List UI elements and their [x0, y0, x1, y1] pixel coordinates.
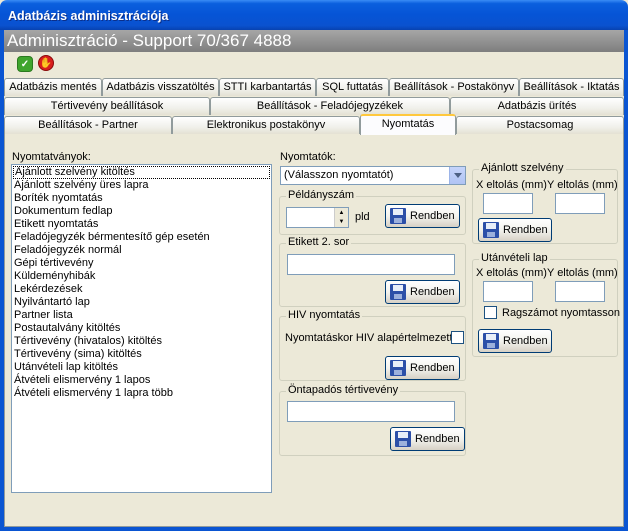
hiv-save-label: Rendben [410, 362, 455, 374]
green-check-icon[interactable]: ✓ [17, 56, 33, 72]
list-item[interactable]: Küldeményhibák [12, 270, 271, 283]
list-item[interactable]: Boríték nyomtatás [12, 192, 271, 205]
list-item[interactable]: Feladójegyzék bérmentesítő gép esetén [12, 231, 271, 244]
cod-save-button[interactable]: Rendben [478, 329, 552, 353]
hiv-checkbox-label: Nyomtatáskor HIV alapértelmezett [285, 332, 453, 344]
cod-x-input[interactable] [483, 281, 533, 302]
tab-tertiveveny-beallitasok[interactable]: Tértivevény beállítások [4, 97, 210, 115]
copies-save-label: Rendben [410, 210, 455, 222]
forms-listbox[interactable]: Ajánlott szelvény kitöltés Ajánlott szelv… [11, 164, 272, 493]
tab-postacsomag[interactable]: Postacsomag [456, 116, 624, 134]
tab-beallitasok-partner[interactable]: Beállítások - Partner [4, 116, 172, 134]
window-title: Adatbázis adminisztrációja [0, 0, 628, 30]
registered-y-label: Y eltolás (mm) [547, 179, 618, 191]
printers-label: Nyomtatók: [280, 151, 336, 163]
list-item[interactable]: Dokumentum fedlap [12, 205, 271, 218]
list-item[interactable]: Utánvételi lap kitöltés [12, 361, 271, 374]
tab-sql-futtatas[interactable]: SQL futtatás [316, 78, 389, 96]
copies-spinner[interactable]: ▲ ▼ [334, 208, 348, 227]
floppy-disk-icon [390, 208, 406, 224]
selfadhesive-input[interactable] [287, 401, 455, 422]
label2-save-label: Rendben [410, 286, 455, 298]
registered-y-input[interactable] [555, 193, 605, 214]
spin-down-icon[interactable]: ▼ [339, 219, 345, 225]
spin-up-icon[interactable]: ▲ [339, 210, 345, 216]
tab-beallitasok-postakonyv[interactable]: Beállítások - Postakönyv [389, 78, 519, 96]
forms-label: Nyomtatványok: [12, 151, 91, 163]
cod-checkbox-label: Ragszámot nyomtasson [502, 307, 620, 319]
list-item[interactable]: Ajánlott szelvény üres lapra [12, 179, 271, 192]
list-item[interactable]: Lekérdezések [12, 283, 271, 296]
list-item[interactable]: Átvételi elismervény 1 lapos [12, 374, 271, 387]
list-item[interactable]: Feladójegyzék normál [12, 244, 271, 257]
tab-adatbazis-urites[interactable]: Adatbázis ürítés [450, 97, 624, 115]
selfadhesive-save-label: Rendben [415, 433, 460, 445]
copies-input[interactable]: ▲ ▼ [286, 207, 349, 228]
copies-unit: pld [355, 211, 370, 223]
tab-row-3: Beállítások - Partner Elektronikus posta… [4, 114, 624, 135]
list-item[interactable]: Postautalvány kitöltés [12, 322, 271, 335]
cod-y-label: Y eltolás (mm) [547, 267, 618, 279]
cod-checkbox[interactable] [484, 306, 497, 319]
copies-save-button[interactable]: Rendben [385, 204, 460, 228]
hiv-checkbox[interactable] [451, 331, 464, 344]
floppy-disk-icon [395, 431, 411, 447]
tab-row-2: Tértivevény beállítások Beállítások - Fe… [4, 97, 624, 115]
registered-save-button[interactable]: Rendben [478, 218, 552, 242]
tab-elektronikus-postakonyv[interactable]: Elektronikus postakönyv [172, 116, 360, 134]
list-item[interactable]: Tértivevény (hivatalos) kitöltés [12, 335, 271, 348]
label2-input[interactable] [287, 254, 455, 275]
registered-group-title: Ajánlott szelvény [479, 162, 566, 174]
floppy-disk-icon [390, 284, 406, 300]
registered-save-label: Rendben [503, 224, 548, 236]
tab-nyomtatas[interactable]: Nyomtatás [360, 114, 456, 135]
list-item[interactable]: Tértivevény (sima) kitöltés [12, 348, 271, 361]
list-item[interactable]: Partner lista [12, 309, 271, 322]
tab-stti-karbantartas[interactable]: STTI karbantartás [219, 78, 316, 96]
hiv-save-button[interactable]: Rendben [385, 356, 460, 380]
selfadhesive-group-title: Öntapadós tértivevény [286, 384, 401, 396]
registered-x-input[interactable] [483, 193, 533, 214]
printer-select-value: (Válasszon nyomtatót) [284, 169, 394, 181]
label2-group-title: Etikett 2. sor [286, 236, 352, 248]
chevron-down-icon[interactable] [449, 167, 465, 184]
cod-y-input[interactable] [555, 281, 605, 302]
red-stop-hand-icon[interactable]: ✋ [38, 55, 54, 71]
printer-select[interactable]: (Válasszon nyomtatót) [280, 166, 466, 185]
list-item[interactable]: Ajánlott szelvény kitöltés [13, 166, 270, 179]
floppy-disk-icon [483, 333, 499, 349]
list-item[interactable]: Gépi tértivevény [12, 257, 271, 270]
cod-x-label: X eltolás (mm) [476, 267, 547, 279]
selfadhesive-save-button[interactable]: Rendben [390, 427, 465, 451]
tab-adatbazis-mentes[interactable]: Adatbázis mentés [4, 78, 102, 96]
list-item[interactable]: Etikett nyomtatás [12, 218, 271, 231]
tab-adatbazis-visszatoltes[interactable]: Adatbázis visszatöltés [102, 78, 219, 96]
cod-group-title: Utánvételi lap [479, 252, 550, 264]
floppy-disk-icon [483, 222, 499, 238]
list-item[interactable]: Átvételi elismervény 1 lapra több [12, 387, 271, 400]
floppy-disk-icon [390, 360, 406, 376]
label2-save-button[interactable]: Rendben [385, 280, 460, 304]
list-item[interactable]: Nyilvántartó lap [12, 296, 271, 309]
tab-beallitasok-iktatas[interactable]: Beállítások - Iktatás [519, 78, 624, 96]
tab-row-1: Adatbázis mentés Adatbázis visszatöltés … [4, 78, 624, 96]
registered-x-label: X eltolás (mm) [476, 179, 547, 191]
hiv-group-title: HIV nyomtatás [286, 309, 363, 321]
header-banner: Adminisztráció - Support 70/367 4888 [4, 30, 624, 52]
copies-group-title: Példányszám [286, 189, 357, 201]
cod-save-label: Rendben [503, 335, 548, 347]
tab-beallitasok-feladojegyzekek[interactable]: Beállítások - Feladójegyzékek [210, 97, 450, 115]
